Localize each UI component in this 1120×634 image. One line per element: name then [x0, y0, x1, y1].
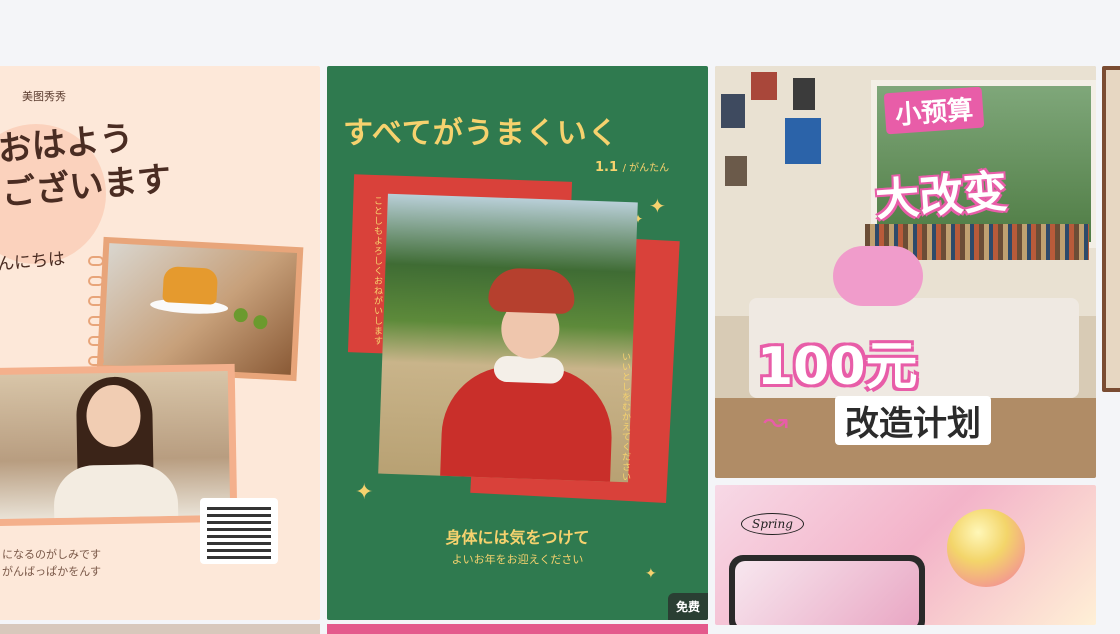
template-card-spring[interactable]: Spring — [715, 485, 1096, 625]
card-title: すべてがうまくいく — [343, 116, 619, 151]
poster-shape — [751, 72, 777, 100]
card-title: おはよう ございます — [0, 102, 303, 216]
template-card-morning[interactable]: 美图秀秀 おはよう ございます んにちは になるのがしみです がんばっぱかをんす — [0, 66, 320, 620]
headline-price: 100元 — [757, 337, 918, 397]
beret-shape — [487, 267, 576, 315]
poster-shape — [721, 94, 745, 128]
card-footer-text: になるのがしみです がんばっぱかをんす — [2, 546, 101, 580]
date-label: 1.1 / がんたん — [595, 159, 669, 175]
headline-plan: 改造计划 — [835, 396, 991, 445]
template-card-room[interactable]: 小预算 大改变 100元 ↝ 改造计划 — [715, 66, 1096, 478]
arrow-icon: ↝ — [763, 404, 789, 439]
pudding-shape — [162, 266, 219, 305]
phone-frame — [729, 555, 925, 625]
next-row-card-strip[interactable] — [0, 624, 320, 634]
poster-shape — [785, 118, 821, 164]
card-submessage: よいお年をお迎えください — [451, 553, 584, 566]
poster-shape — [725, 156, 747, 186]
headline-small: 小预算 — [883, 86, 985, 135]
next-row-card-strip[interactable] — [327, 624, 708, 634]
flower-photo — [735, 561, 919, 625]
sparkle-icon: ✦ — [645, 566, 657, 582]
lime-shape — [253, 314, 268, 330]
top-bar — [0, 0, 1120, 60]
card-message: 身体には気をつけて — [445, 528, 590, 547]
collar-shape — [493, 355, 565, 384]
partial-photo — [1106, 70, 1120, 388]
brand-label: 美图秀秀 — [22, 90, 66, 103]
sparkle-icon: ✦ — [355, 480, 374, 505]
vertical-text-right: いいとしをむかえてください — [620, 352, 630, 482]
spring-tag: Spring — [741, 513, 804, 535]
sparkle-icon: ✦ — [649, 194, 666, 218]
card-subtitle: んにちは — [0, 249, 66, 275]
qr-code-icon — [200, 498, 278, 564]
date-sub: / がんたん — [622, 163, 670, 174]
poster-shape — [793, 78, 815, 110]
headline-big: 大改变 — [873, 166, 1009, 227]
footer-line-1: になるのがしみです — [2, 548, 101, 561]
template-card-partial[interactable] — [1102, 66, 1120, 392]
free-badge: 免费 — [667, 593, 708, 620]
lime-shape — [233, 307, 249, 323]
dessert-photo — [96, 236, 304, 382]
date-number: 1.1 — [595, 160, 619, 175]
shirt-shape — [53, 463, 179, 520]
person-shape — [833, 246, 923, 306]
footer-line-2: がんばっぱかをんす — [2, 565, 101, 578]
vertical-text-left: ことしもよろしくおねがいします — [372, 196, 382, 346]
gradient-orb — [947, 509, 1025, 587]
bubble-girl-photo — [378, 193, 638, 483]
template-card-green[interactable]: すべてがうまくいく 1.1 / がんたん ✦ ✦ ✦ ✦ ことしもよろしくおねが… — [327, 66, 708, 620]
